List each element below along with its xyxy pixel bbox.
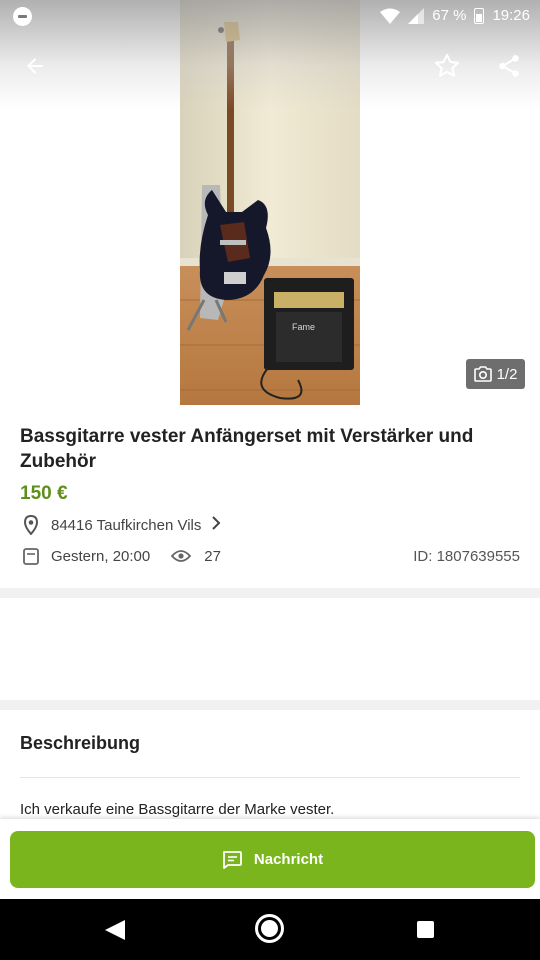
description-heading: Beschreibung xyxy=(20,733,141,753)
nav-back-icon[interactable] xyxy=(104,919,126,941)
message-button-label: Nachricht xyxy=(253,851,324,868)
wifi-icon xyxy=(380,8,401,24)
share-button[interactable] xyxy=(491,48,527,84)
battery-icon xyxy=(474,7,485,24)
favorite-button[interactable] xyxy=(429,48,465,84)
status-bar: 67 % 19:26 xyxy=(0,0,540,32)
ad-id: ID: 1807639555 xyxy=(413,547,520,565)
back-arrow-icon xyxy=(27,58,43,74)
divider xyxy=(20,777,520,778)
message-button[interactable]: Nachricht xyxy=(10,831,535,888)
signal-icon xyxy=(408,7,425,24)
share-icon xyxy=(499,55,519,77)
section-divider xyxy=(0,700,540,710)
nav-recents-icon[interactable] xyxy=(417,921,434,938)
chevron-right-icon xyxy=(211,516,221,534)
clock: 19:26 xyxy=(492,7,530,24)
location-row[interactable]: 84416 Taufkirchen Vils xyxy=(20,514,221,536)
nav-home-icon[interactable] xyxy=(255,914,284,943)
views-text: 27 xyxy=(204,547,221,565)
description-text: Ich verkaufe eine Bassgitarre der Marke … xyxy=(20,801,335,818)
back-button[interactable] xyxy=(17,48,53,84)
meta-row: Gestern, 20:00 27 ID: 1807639555 xyxy=(20,545,520,567)
location-pin-icon xyxy=(20,514,42,536)
listing-price: 150 € xyxy=(20,483,68,504)
listing-title: Bassgitarre vester Anfängerset mit Verst… xyxy=(20,426,474,472)
message-icon xyxy=(223,850,242,869)
views-count: 27 xyxy=(170,545,221,567)
eye-icon xyxy=(170,545,192,567)
do-not-disturb-icon xyxy=(13,7,32,26)
star-icon xyxy=(434,53,460,77)
svg-text:Fame: Fame xyxy=(292,322,315,332)
location-text: 84416 Taufkirchen Vils xyxy=(51,516,202,534)
calendar-icon xyxy=(20,545,42,567)
section-divider xyxy=(0,588,540,598)
camera-icon xyxy=(473,366,492,382)
image-counter-text: 1/2 xyxy=(496,365,518,383)
image-counter-badge[interactable]: 1/2 xyxy=(466,359,525,389)
battery-percent: 67 % xyxy=(432,7,467,24)
posted-date: Gestern, 20:00 xyxy=(51,547,151,565)
